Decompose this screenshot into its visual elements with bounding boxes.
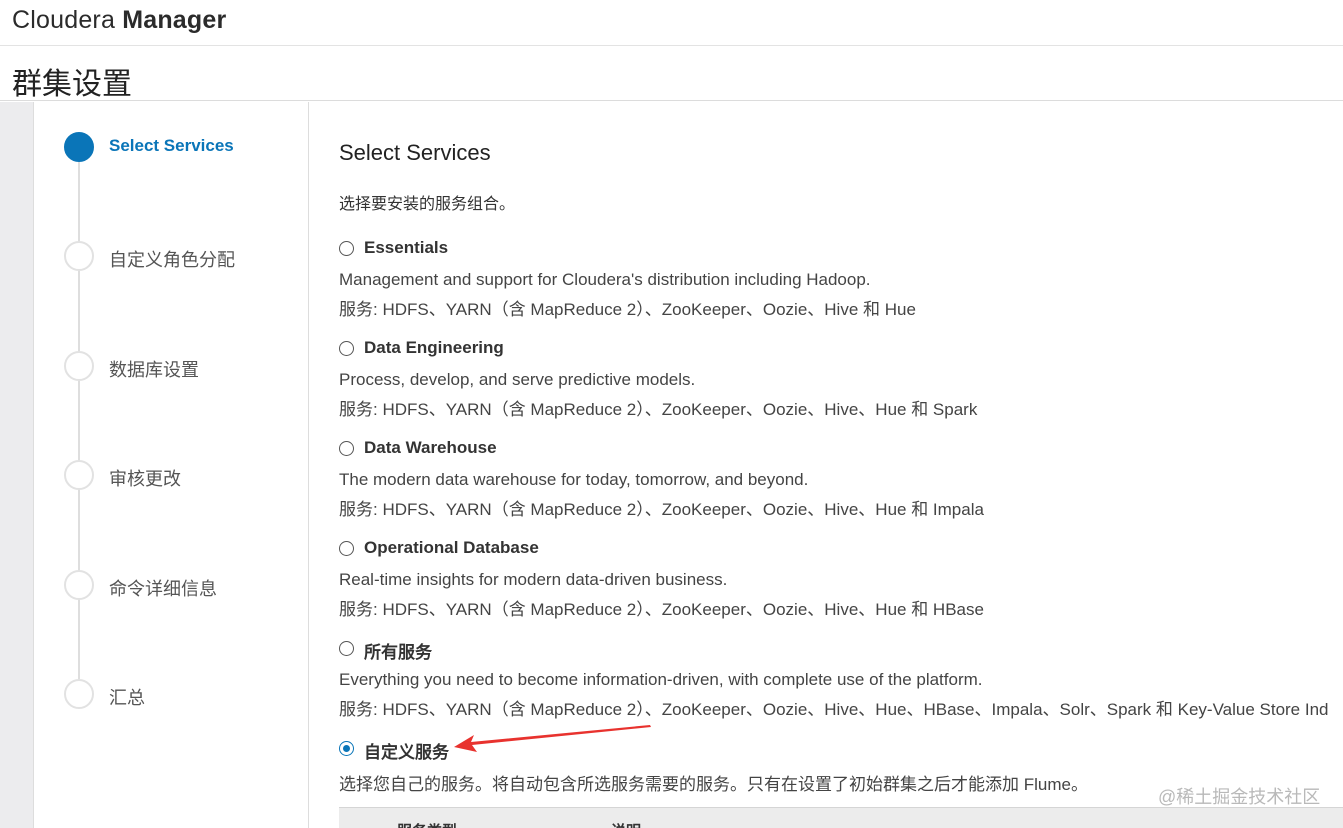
wizard-step-command-details[interactable]: 命令详细信息 bbox=[64, 570, 304, 602]
wizard-step-custom-role-assignment[interactable]: 自定义角色分配 bbox=[64, 241, 304, 273]
option-name: Data Warehouse bbox=[364, 438, 497, 457]
radio-data-warehouse[interactable] bbox=[339, 441, 354, 456]
brand-name-bold: Manager bbox=[122, 6, 227, 34]
radio-operational-database[interactable] bbox=[339, 541, 354, 556]
top-bar: Cloudera Manager bbox=[0, 0, 1343, 46]
column-header-description[interactable]: 说明 bbox=[611, 820, 641, 828]
option-services: 服务: HDFS、YARN（含 MapReduce 2）、ZooKeeper、O… bbox=[339, 500, 984, 519]
wizard-steps-panel: Select Services 自定义角色分配 数据库设置 审核更改 命令详细信… bbox=[34, 102, 309, 828]
step-indicator-icon bbox=[64, 241, 94, 271]
left-gutter bbox=[0, 102, 34, 828]
wizard-step-label: 数据库设置 bbox=[109, 360, 199, 380]
service-option-all-services[interactable]: 所有服务 Everything you need to become infor… bbox=[339, 638, 1343, 719]
option-services: 服务: HDFS、YARN（含 MapReduce 2）、ZooKeeper、O… bbox=[339, 700, 1329, 719]
main-content: Select Services 选择要安装的服务组合。 Essentials M… bbox=[310, 102, 1343, 828]
option-name: Operational Database bbox=[364, 538, 539, 557]
section-intro: 选择要安装的服务组合。 bbox=[339, 196, 516, 213]
radio-essentials[interactable] bbox=[339, 241, 354, 256]
option-services: 服务: HDFS、YARN（含 MapReduce 2）、ZooKeeper、O… bbox=[339, 400, 978, 419]
annotation-arrow-icon bbox=[454, 725, 651, 752]
option-services: 服务: HDFS、YARN（含 MapReduce 2）、ZooKeeper、O… bbox=[339, 600, 984, 619]
option-description: 选择您自己的服务。将自动包含所选服务需要的服务。只有在设置了初始群集之后才能添加… bbox=[339, 775, 1088, 794]
wizard-step-label: 命令详细信息 bbox=[109, 579, 217, 599]
radio-all-services[interactable] bbox=[339, 641, 354, 656]
option-description: Everything you need to become informatio… bbox=[339, 670, 983, 689]
step-indicator-icon bbox=[64, 679, 94, 709]
option-description: Process, develop, and serve predictive m… bbox=[339, 370, 696, 389]
option-name: Essentials bbox=[364, 238, 449, 257]
watermark-text: @稀土掘金技术社区 bbox=[1158, 787, 1321, 807]
step-indicator-icon bbox=[64, 132, 94, 162]
option-name: Data Engineering bbox=[364, 338, 504, 357]
step-indicator-icon bbox=[64, 351, 94, 381]
wizard-step-label: Select Services bbox=[109, 136, 234, 155]
services-table-header: 服务类型 说明 bbox=[339, 807, 1343, 828]
step-indicator-icon bbox=[64, 570, 94, 600]
section-heading: Select Services bbox=[339, 140, 491, 165]
option-description: The modern data warehouse for today, tom… bbox=[339, 470, 809, 489]
wizard-step-database-setup[interactable]: 数据库设置 bbox=[64, 351, 304, 383]
service-option-data-warehouse[interactable]: Data Warehouse The modern data warehouse… bbox=[339, 438, 1343, 519]
step-connector-line bbox=[78, 148, 80, 696]
wizard-step-label: 审核更改 bbox=[109, 469, 181, 489]
wizard-step-summary[interactable]: 汇总 bbox=[64, 679, 304, 711]
option-description: Real-time insights for modern data-drive… bbox=[339, 570, 728, 589]
column-header-service-type[interactable]: 服务类型 bbox=[397, 820, 457, 828]
brand-name-light: Cloudera bbox=[12, 6, 123, 34]
page-title: 群集设置 bbox=[12, 68, 132, 101]
radio-data-engineering[interactable] bbox=[339, 341, 354, 356]
service-option-operational-database[interactable]: Operational Database Real-time insights … bbox=[339, 538, 1343, 619]
step-indicator-icon bbox=[64, 460, 94, 490]
option-name: 所有服务 bbox=[364, 643, 432, 662]
service-option-essentials[interactable]: Essentials Management and support for Cl… bbox=[339, 238, 1343, 319]
service-option-data-engineering[interactable]: Data Engineering Process, develop, and s… bbox=[339, 338, 1343, 419]
wizard-step-label: 汇总 bbox=[109, 688, 145, 708]
title-bar: 群集设置 bbox=[0, 47, 1343, 101]
option-name: 自定义服务 bbox=[364, 743, 449, 762]
option-services: 服务: HDFS、YARN（含 MapReduce 2）、ZooKeeper、O… bbox=[339, 300, 916, 319]
wizard-step-review-changes[interactable]: 审核更改 bbox=[64, 460, 304, 492]
app-logo[interactable]: Cloudera Manager bbox=[12, 6, 226, 35]
option-description: Management and support for Cloudera's di… bbox=[339, 270, 871, 289]
wizard-step-label: 自定义角色分配 bbox=[109, 250, 235, 270]
radio-custom-services[interactable] bbox=[339, 741, 354, 756]
wizard-step-select-services[interactable]: Select Services bbox=[64, 132, 304, 164]
